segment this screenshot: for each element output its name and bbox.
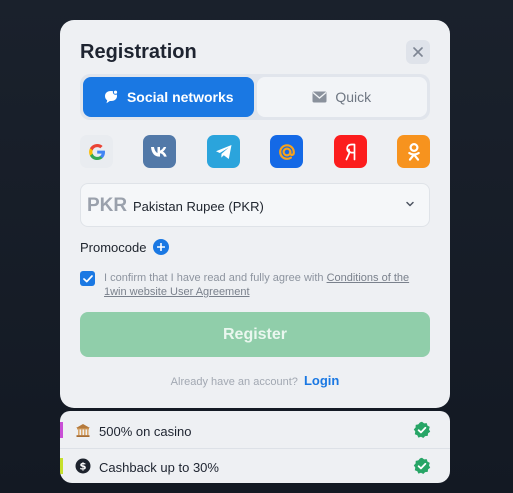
tab-social-networks[interactable]: Social networks — [83, 77, 254, 117]
envelope-icon — [312, 91, 327, 103]
telegram-icon — [215, 144, 231, 159]
yandex-icon — [345, 143, 355, 160]
promocode-label: Promocode — [80, 239, 147, 255]
bonus-casino-text: 500% on casino — [99, 424, 192, 439]
login-prompt: Already have an account? Login — [60, 373, 450, 388]
vk-login-button[interactable] — [143, 135, 176, 168]
tab-quick[interactable]: Quick — [256, 77, 427, 117]
chat-bubble-icon — [104, 89, 119, 104]
bonus-stripe — [60, 458, 63, 474]
register-button[interactable]: Register — [80, 312, 430, 357]
currency-code: PKR — [87, 195, 128, 216]
mail-ru-login-button[interactable] — [270, 135, 303, 168]
chevron-down-icon — [406, 201, 414, 207]
google-login-button[interactable] — [80, 135, 113, 168]
verified-badge-icon — [413, 421, 431, 438]
close-button[interactable] — [406, 40, 430, 64]
svg-text:$: $ — [80, 462, 87, 473]
at-sign-icon — [278, 143, 295, 160]
plus-icon[interactable] — [153, 239, 170, 255]
verified-badge-icon — [413, 457, 431, 474]
agreement-prefix: I confirm that I have read and fully agr… — [104, 272, 327, 284]
bonus-cashback-text: Cashback up to 30% — [99, 460, 219, 475]
odnoklassniki-icon — [407, 142, 420, 161]
login-prompt-text: Already have an account? — [170, 376, 298, 388]
telegram-login-button[interactable] — [207, 135, 240, 168]
google-icon — [88, 143, 105, 160]
social-login-row — [80, 135, 430, 169]
promocode-toggle[interactable]: Promocode — [80, 239, 170, 255]
currency-select[interactable]: PKR Pakistan Rupee (PKR) — [80, 183, 430, 227]
bonus-panel: 500% on casino $ Cashback up to 30% — [60, 411, 450, 483]
agreement-checkbox[interactable] — [80, 271, 95, 286]
vk-icon — [150, 146, 167, 157]
cashback-icon: $ — [75, 458, 91, 474]
casino-icon — [76, 424, 90, 437]
bonus-row-casino: 500% on casino — [60, 413, 450, 447]
bonus-row-cashback: $ Cashback up to 30% — [60, 448, 450, 482]
bonus-stripe — [60, 422, 63, 438]
close-icon — [413, 47, 423, 57]
tab-quick-label: Quick — [335, 89, 372, 105]
yandex-login-button[interactable] — [334, 135, 367, 168]
agreement-text: I confirm that I have read and fully agr… — [104, 271, 420, 299]
odnoklassniki-login-button[interactable] — [397, 135, 430, 168]
registration-modal: Registration Social networks Quick PKR P… — [60, 20, 450, 408]
checkmark-icon — [82, 274, 93, 282]
modal-title: Registration — [80, 41, 197, 63]
login-link[interactable]: Login — [304, 373, 339, 388]
tab-social-networks-label: Social networks — [126, 89, 234, 105]
currency-name: Pakistan Rupee (PKR) — [133, 199, 264, 214]
registration-tabs: Social networks Quick — [80, 74, 430, 120]
